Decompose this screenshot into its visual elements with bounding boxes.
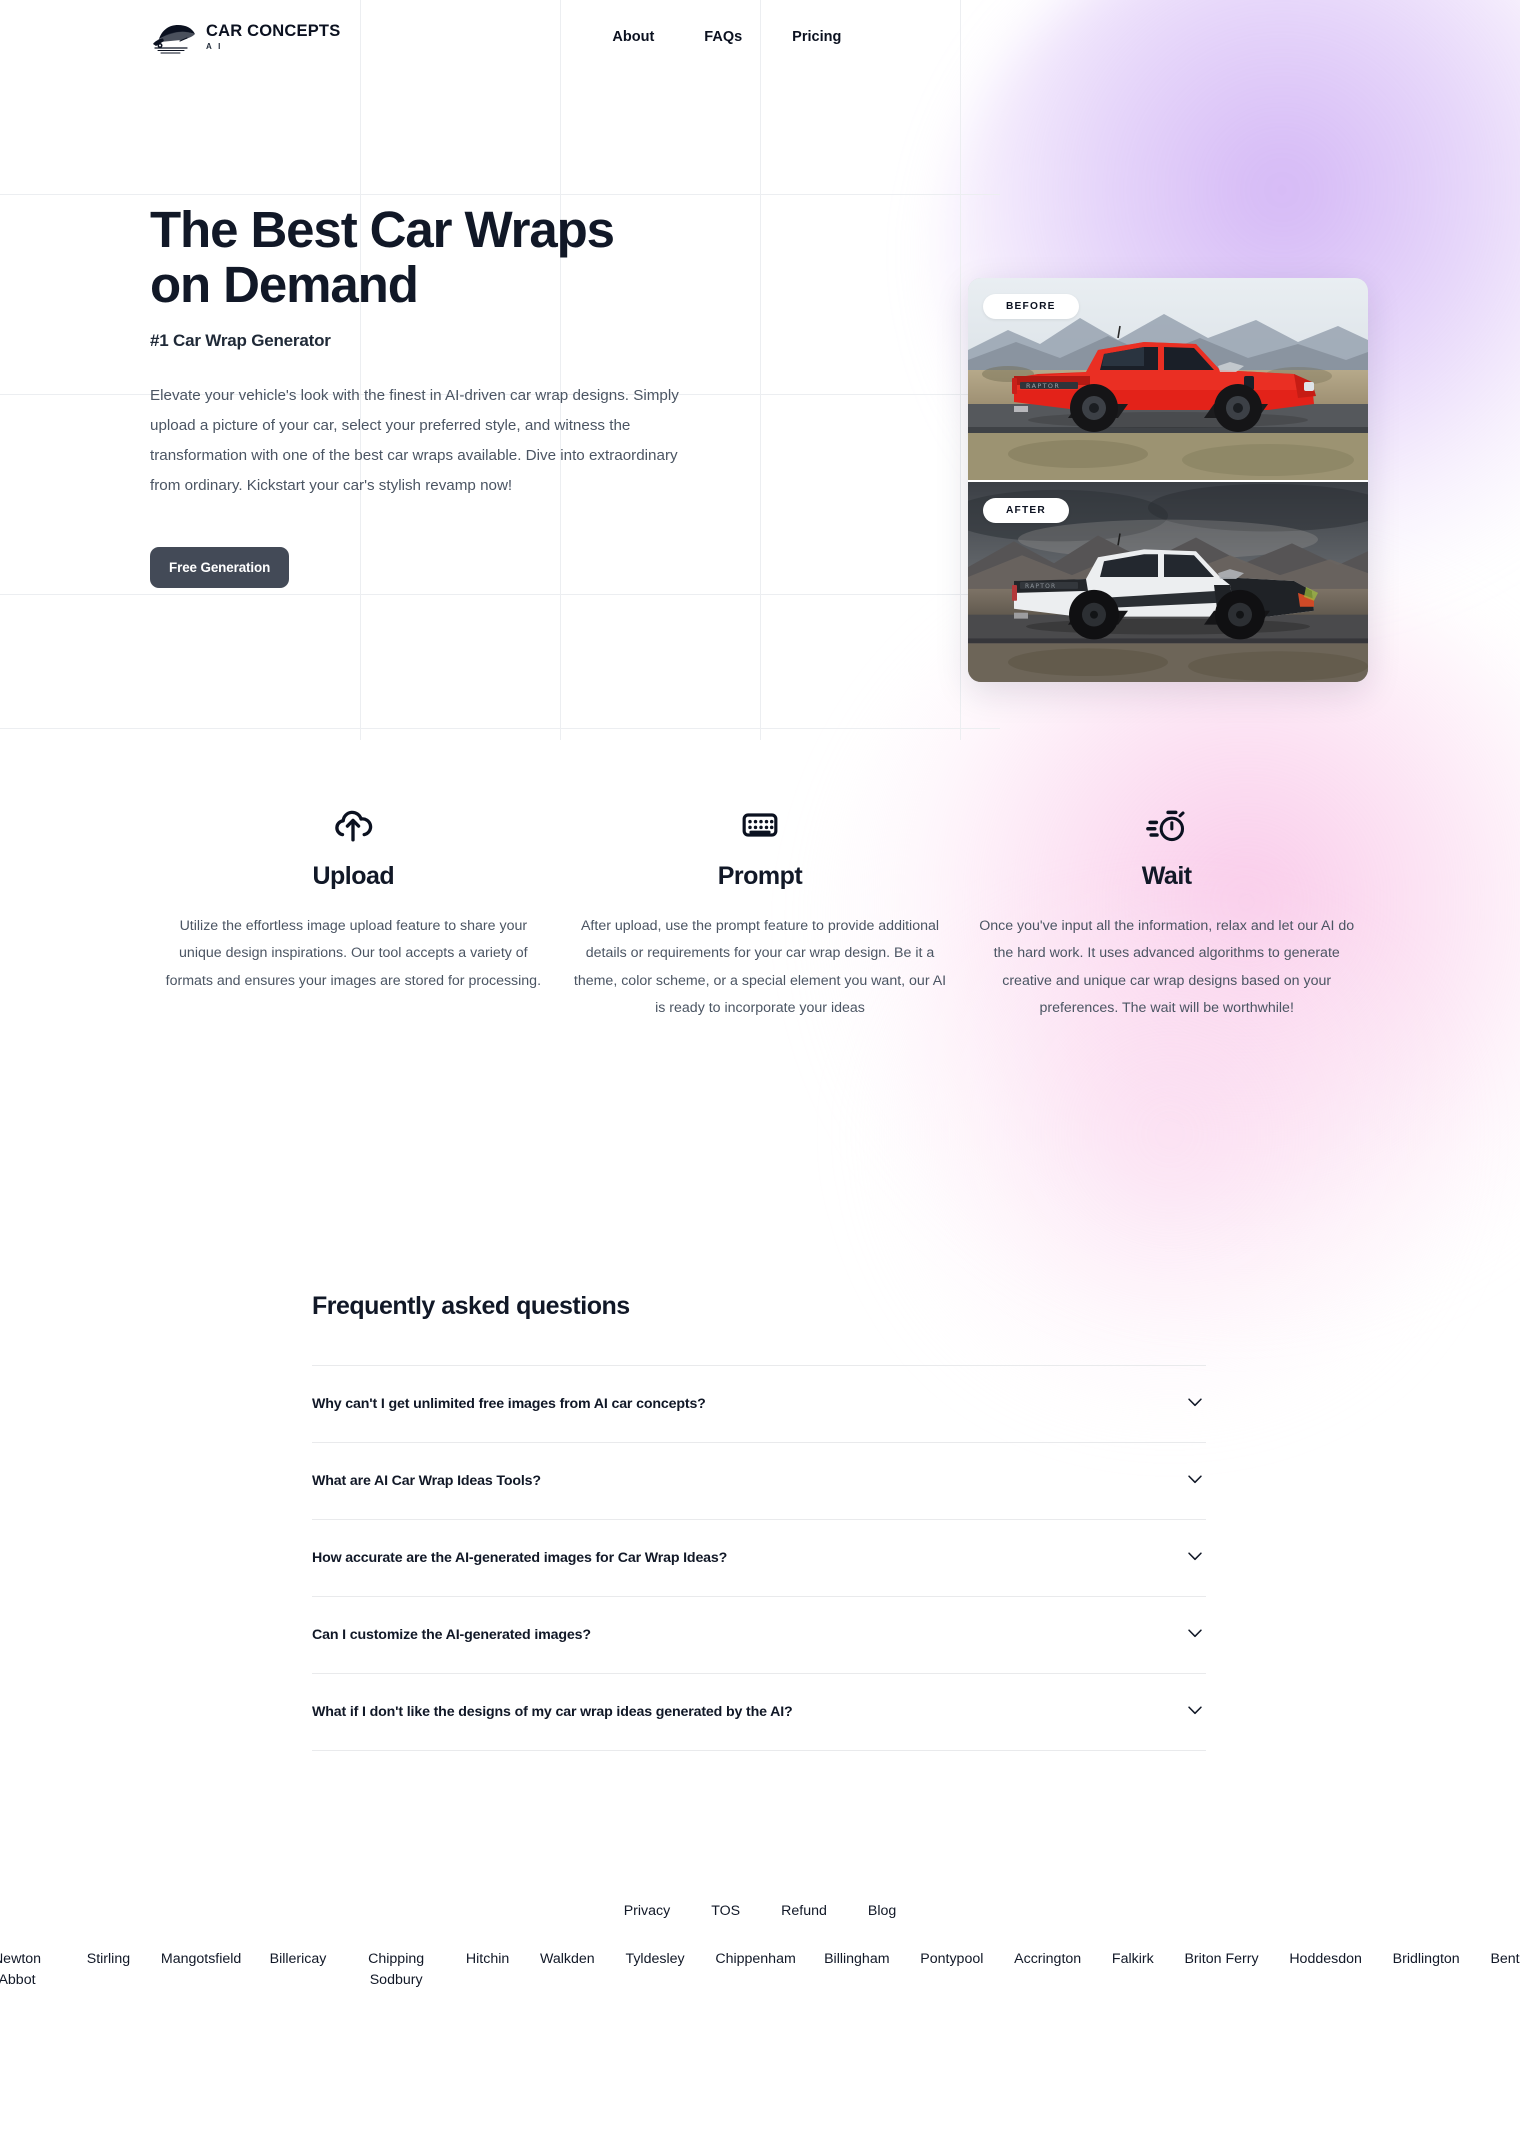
svg-text:RAPTOR: RAPTOR: [1025, 583, 1056, 590]
site-footer: Privacy TOS Refund Blog Newton Abbot Sti…: [0, 1903, 1520, 2016]
city-link[interactable]: Pontypool: [920, 1949, 983, 1970]
hero-section: The Best Car Wraps on Demand #1 Car Wrap…: [0, 74, 1520, 682]
city-link[interactable]: Billingham: [824, 1949, 889, 1970]
faq-list: Why can't I get unlimited free images fr…: [312, 1365, 1206, 1752]
chevron-down-icon[interactable]: [1184, 1545, 1206, 1572]
chevron-down-icon[interactable]: [1184, 1391, 1206, 1418]
feature-title: Upload: [312, 862, 395, 891]
city-link[interactable]: Falkirk: [1112, 1949, 1154, 1970]
nav-item-about[interactable]: About: [612, 29, 654, 45]
feature-upload: Upload Utilize the effortless image uplo…: [150, 802, 557, 1022]
after-image: AFTER RAPTOR: [968, 480, 1368, 682]
footer-link-tos[interactable]: TOS: [711, 1903, 740, 1919]
city-link[interactable]: Bridlington: [1393, 1949, 1460, 1970]
chevron-down-icon[interactable]: [1184, 1699, 1206, 1726]
feature-description: After upload, use the prompt feature to …: [573, 918, 947, 1016]
faq-question: Can I customize the AI-generated images?: [312, 1627, 591, 1644]
before-image: BEFORE RAPTOR: [968, 278, 1368, 480]
faq-section: Frequently asked questions Why can't I g…: [0, 1292, 1520, 1752]
city-link[interactable]: Newton Abbot: [0, 1949, 56, 1992]
city-link[interactable]: Accrington: [1014, 1949, 1081, 1970]
city-link[interactable]: Walkden: [540, 1949, 595, 1970]
main-navigation: About FAQs Pricing: [612, 29, 841, 45]
city-links-row: Newton Abbot Stirling Mangotsfield Bille…: [0, 1949, 1520, 1992]
nav-item-faqs[interactable]: FAQs: [704, 29, 742, 45]
free-generation-button[interactable]: Free Generation: [150, 547, 290, 589]
car-logo-icon: [150, 19, 197, 55]
feature-prompt: Prompt After upload, use the prompt feat…: [557, 802, 964, 1022]
before-badge: BEFORE: [983, 294, 1079, 319]
page-root: CAR CONCEPTS A I About FAQs Pricing The …: [0, 0, 1520, 2016]
footer-link-refund[interactable]: Refund: [781, 1903, 827, 1919]
site-header: CAR CONCEPTS A I About FAQs Pricing: [0, 0, 1520, 74]
feature-description: Utilize the effortless image upload feat…: [165, 918, 542, 989]
hero-description: Elevate your vehicle's look with the fin…: [150, 386, 679, 494]
faq-item[interactable]: What are AI Car Wrap Ideas Tools?: [312, 1443, 1206, 1521]
stopwatch-icon: [977, 802, 1356, 848]
feature-description: Once you've input all the information, r…: [979, 918, 1355, 1016]
faq-question: How accurate are the AI-generated images…: [312, 1550, 728, 1567]
city-link[interactable]: Tyldesley: [625, 1949, 684, 1970]
brand-name: CAR CONCEPTS: [206, 22, 341, 41]
features-section: Upload Utilize the effortless image uplo…: [0, 802, 1520, 1022]
city-link[interactable]: Chippenham: [715, 1949, 795, 1970]
hero-subtitle: #1 Car Wrap Generator: [150, 330, 331, 350]
faq-question: What are AI Car Wrap Ideas Tools?: [312, 1473, 541, 1490]
footer-links: Privacy TOS Refund Blog: [0, 1903, 1520, 1919]
brand-subtitle: A I: [206, 41, 223, 51]
faq-title: Frequently asked questions: [312, 1292, 630, 1321]
brand-text: CAR CONCEPTS A I: [206, 23, 340, 51]
faq-item[interactable]: Why can't I get unlimited free images fr…: [312, 1366, 1206, 1444]
chevron-down-icon[interactable]: [1184, 1468, 1206, 1495]
hero-copy: The Best Car Wraps on Demand #1 Car Wrap…: [0, 201, 680, 589]
feature-title: Wait: [1141, 862, 1192, 891]
city-link[interactable]: Mangotsfield: [161, 1949, 241, 1970]
footer-link-blog[interactable]: Blog: [868, 1903, 896, 1919]
footer-link-privacy[interactable]: Privacy: [624, 1903, 671, 1919]
feature-title: Prompt: [717, 862, 803, 891]
keyboard-icon: [571, 802, 950, 848]
after-badge: AFTER: [983, 498, 1069, 523]
city-link[interactable]: Hitchin: [466, 1949, 509, 1970]
svg-text:RAPTOR: RAPTOR: [1026, 382, 1060, 390]
faq-question: What if I don't like the designs of my c…: [312, 1704, 793, 1721]
feature-wait: Wait Once you've input all the informati…: [963, 802, 1370, 1022]
faq-item[interactable]: How accurate are the AI-generated images…: [312, 1520, 1206, 1598]
nav-item-pricing[interactable]: Pricing: [792, 29, 841, 45]
faq-question: Why can't I get unlimited free images fr…: [312, 1396, 706, 1413]
city-link[interactable]: Bentley: [1490, 1949, 1520, 1970]
cloud-upload-icon: [164, 802, 543, 848]
faq-item[interactable]: What if I don't like the designs of my c…: [312, 1674, 1206, 1752]
page-title: The Best Car Wraps on Demand: [150, 201, 615, 314]
city-link[interactable]: Hoddesdon: [1289, 1949, 1362, 1970]
chevron-down-icon[interactable]: [1184, 1622, 1206, 1649]
faq-item[interactable]: Can I customize the AI-generated images?: [312, 1597, 1206, 1675]
city-link[interactable]: Stirling: [87, 1949, 130, 1970]
city-link[interactable]: Chipping Sodbury: [357, 1949, 435, 1992]
before-after-card: BEFORE RAPTOR AFTER RAPTOR: [968, 278, 1368, 682]
city-link[interactable]: Briton Ferry: [1184, 1949, 1258, 1970]
city-link[interactable]: Billericay: [270, 1949, 327, 1970]
brand-logo-link[interactable]: CAR CONCEPTS A I: [150, 19, 340, 55]
